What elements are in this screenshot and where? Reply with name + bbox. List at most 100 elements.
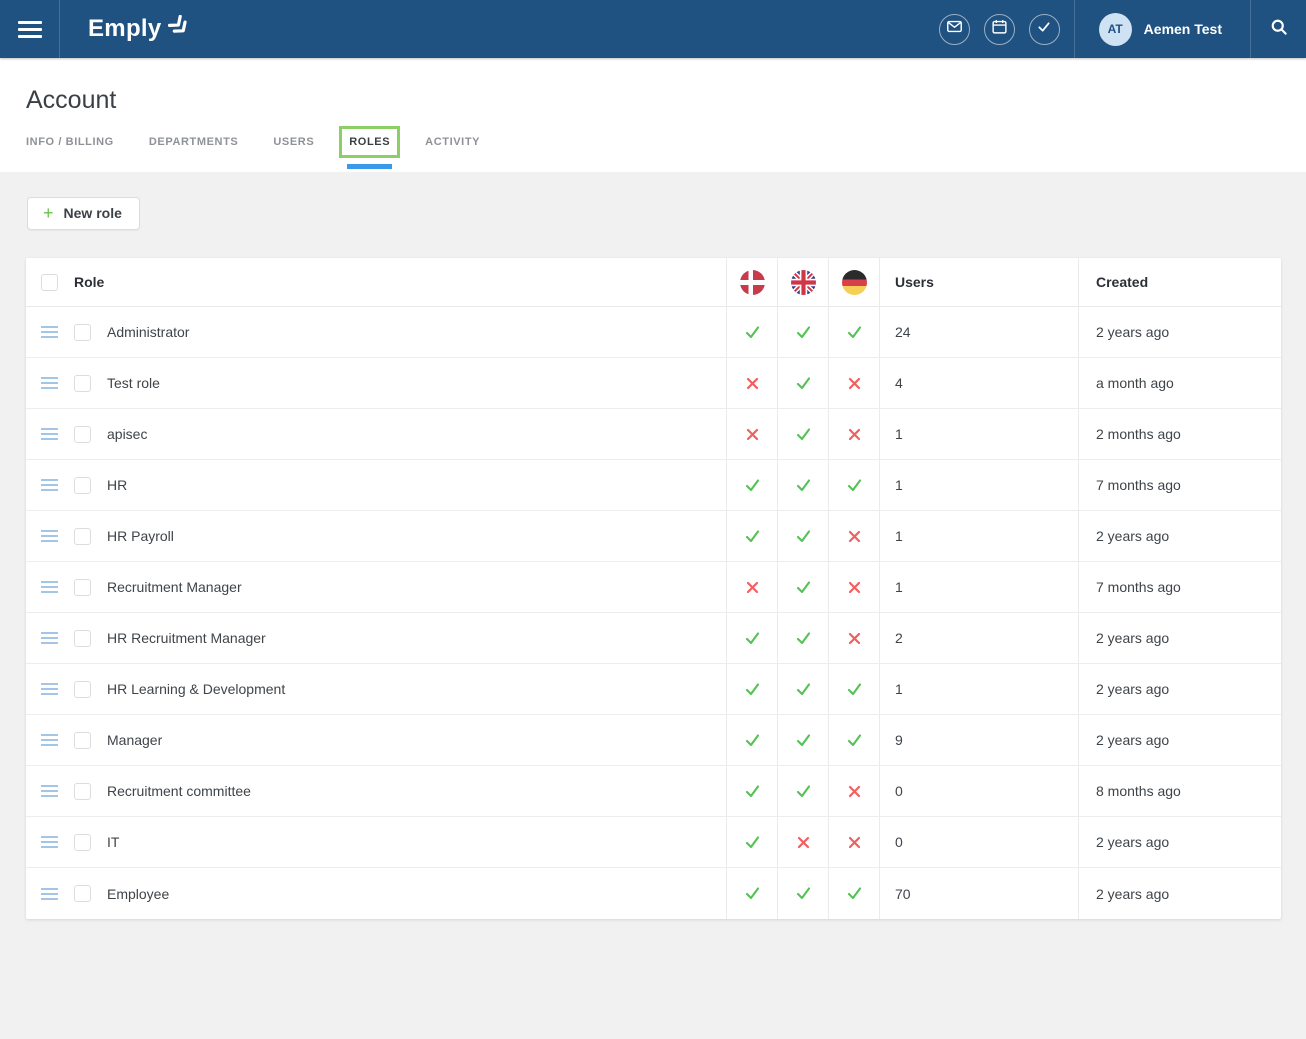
row-checkbox[interactable] [74,732,91,749]
danish-status-cell [726,817,777,867]
calendar-button[interactable] [984,14,1015,45]
drag-handle-icon[interactable] [41,888,58,900]
drag-handle-icon[interactable] [41,785,58,797]
role-name[interactable]: Recruitment committee [107,783,251,799]
row-checkbox[interactable] [74,681,91,698]
users-count: 1 [879,511,1078,561]
english-status-cell [777,307,828,357]
row-checkbox[interactable] [74,885,91,902]
user-name: Aemen Test [1144,21,1222,37]
cross-icon [746,581,759,594]
germany-flag-icon [842,270,867,295]
row-checkbox[interactable] [74,630,91,647]
messages-button[interactable] [939,14,970,45]
role-name[interactable]: Manager [107,732,162,748]
english-status-cell [777,715,828,765]
role-name[interactable]: Recruitment Manager [107,579,242,595]
app-logo[interactable]: Emply [88,15,192,44]
check-icon [744,477,761,494]
logo-check-icon [168,15,192,44]
page-title: Account [26,86,1280,115]
danish-column-header [726,258,777,306]
row-checkbox[interactable] [74,477,91,494]
english-status-cell [777,664,828,714]
role-name[interactable]: HR Learning & Development [107,681,285,697]
english-status-cell [777,817,828,867]
cross-icon [848,785,861,798]
row-checkbox[interactable] [74,375,91,392]
check-icon [795,681,812,698]
user-menu[interactable]: AT Aemen Test [1075,13,1250,46]
drag-handle-icon[interactable] [41,377,58,389]
role-name[interactable]: Test role [107,375,160,391]
denmark-flag-icon [740,270,765,295]
check-icon [846,732,863,749]
tab-roles[interactable]: ROLES [349,136,390,163]
table-row: apisec 1 2 months ago [26,409,1281,460]
drag-handle-icon[interactable] [41,326,58,338]
danish-status-cell [726,868,777,919]
row-checkbox[interactable] [74,579,91,596]
table-body: Administrator 2 4 2 years ago Test role 4… [26,307,1281,919]
drag-handle-icon[interactable] [41,428,58,440]
created-time: 2 years ago [1078,817,1281,867]
tab-info-billing[interactable]: INFO / BILLING [26,136,114,163]
row-checkbox[interactable] [74,324,91,341]
role-name[interactable]: HR [107,477,127,493]
cross-icon [848,428,861,441]
role-name[interactable]: Employee [107,886,169,902]
select-all-checkbox[interactable] [41,274,58,291]
check-icon [744,681,761,698]
danish-status-cell [726,358,777,408]
account-tabs: INFO / BILLING DEPARTMENTS USERS ROLES A… [26,136,1280,163]
role-name[interactable]: HR Recruitment Manager [107,630,266,646]
roles-table: Role [26,258,1281,919]
german-status-cell [828,868,879,919]
tab-departments[interactable]: DEPARTMENTS [149,136,239,163]
drag-handle-icon[interactable] [41,683,58,695]
check-icon [795,732,812,749]
users-count: 4 [879,358,1078,408]
german-column-header [828,258,879,306]
tab-users[interactable]: USERS [273,136,314,163]
role-name[interactable]: apisec [107,426,147,442]
english-status-cell [777,511,828,561]
created-time: 2 months ago [1078,409,1281,459]
logo-text: Emply [88,15,162,43]
drag-handle-icon[interactable] [41,479,58,491]
row-checkbox[interactable] [74,834,91,851]
danish-status-cell [726,664,777,714]
table-row: HR Learning & Development 1 2 years ago [26,664,1281,715]
role-name[interactable]: Administrator [107,324,189,340]
cross-icon [797,836,810,849]
drag-handle-icon[interactable] [41,530,58,542]
drag-handle-icon[interactable] [41,836,58,848]
row-checkbox[interactable] [74,783,91,800]
check-icon [795,477,812,494]
german-status-cell [828,613,879,663]
content-area: + New role Role [0,172,1306,1039]
danish-status-cell [726,562,777,612]
tab-activity[interactable]: ACTIVITY [425,136,480,163]
table-row: Test role 4 a month ago [26,358,1281,409]
users-count: 2 [879,613,1078,663]
avatar: AT [1099,13,1132,46]
drag-handle-icon[interactable] [41,581,58,593]
row-checkbox[interactable] [74,426,91,443]
danish-status-cell [726,766,777,816]
cross-icon [746,377,759,390]
german-status-cell [828,715,879,765]
new-role-button[interactable]: + New role [27,197,140,230]
check-icon [846,885,863,902]
table-row: HR 1 7 months ago [26,460,1281,511]
menu-button[interactable] [0,0,60,58]
drag-handle-icon[interactable] [41,632,58,644]
row-checkbox[interactable] [74,528,91,545]
drag-handle-icon[interactable] [41,734,58,746]
role-name[interactable]: HR Payroll [107,528,174,544]
role-name[interactable]: IT [107,834,119,850]
search-button[interactable] [1251,17,1306,42]
tasks-button[interactable] [1029,14,1060,45]
check-icon [846,477,863,494]
mail-icon [946,18,963,40]
